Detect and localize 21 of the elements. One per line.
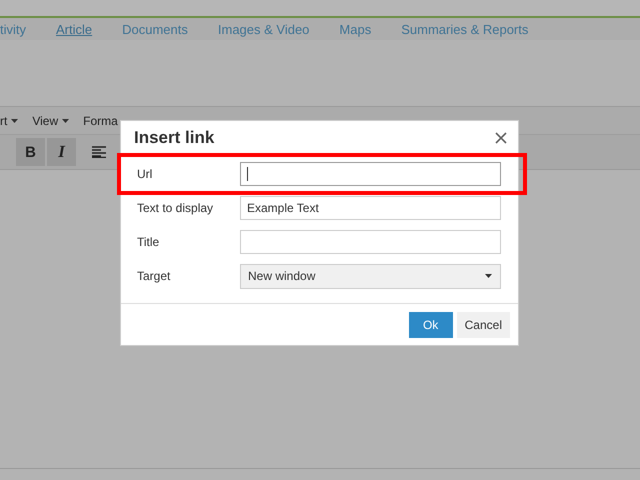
field-label: Target	[137, 269, 172, 283]
menu-item[interactable]: Forma	[83, 114, 118, 128]
dialog-title: Insert link	[134, 128, 214, 148]
menu-item[interactable]: View	[32, 114, 70, 128]
menu-item[interactable]: rt	[0, 114, 18, 128]
ok-button[interactable]: Ok	[408, 312, 453, 338]
field-label: Url	[137, 167, 154, 181]
input-field[interactable]	[240, 162, 501, 186]
close-icon[interactable]	[495, 132, 507, 144]
field-label: Title	[137, 235, 160, 249]
bold-button[interactable]: B	[16, 138, 45, 166]
italic-button[interactable]: I	[47, 138, 76, 166]
caret-icon	[62, 118, 70, 122]
caret-icon	[485, 274, 492, 278]
align-left-icon	[92, 146, 106, 158]
caret-icon	[11, 118, 18, 122]
target-select[interactable]: New window	[240, 264, 501, 288]
cancel-button[interactable]: Cancel	[456, 312, 510, 338]
input-field[interactable]	[240, 230, 501, 254]
input-field[interactable]: Example Text	[240, 196, 501, 220]
field-label: Text to display	[137, 201, 214, 215]
